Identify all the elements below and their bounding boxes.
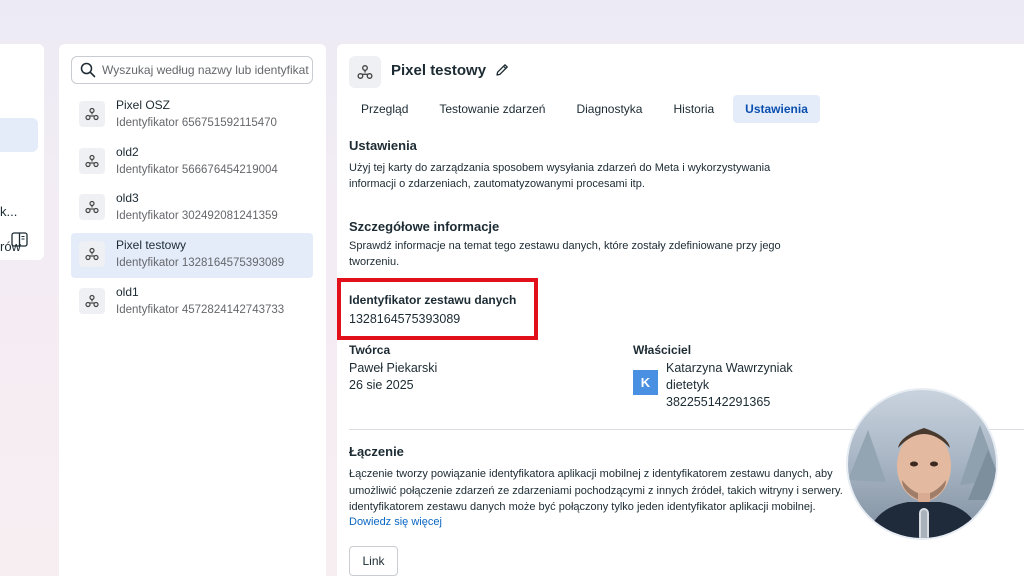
dataset-list-item[interactable]: old1 Identyfikator 4572824142743733 bbox=[71, 280, 313, 325]
owner-label: Właściciel bbox=[633, 343, 692, 357]
creator-date: 26 sie 2025 bbox=[349, 378, 414, 392]
owner-role: dietetyk bbox=[666, 378, 710, 392]
pixel-node-icon bbox=[79, 101, 105, 127]
dataset-name: old2 bbox=[116, 145, 139, 159]
dataset-list-item[interactable]: old3 Identyfikator 302492081241359 bbox=[71, 186, 313, 231]
dataset-id: Identyfikator 302492081241359 bbox=[116, 210, 278, 222]
settings-heading: Ustawienia bbox=[349, 138, 417, 153]
dataset-id: Identyfikator 566676454219004 bbox=[116, 164, 278, 176]
tab-diagnostics[interactable]: Diagnostyka bbox=[564, 95, 654, 123]
tab-test-events[interactable]: Testowanie zdarzeń bbox=[427, 95, 557, 123]
learn-more-link[interactable]: Dowiedz się więcej bbox=[349, 516, 442, 528]
highlight-box bbox=[337, 278, 538, 340]
tab-bar: Przegląd Testowanie zdarzeń Diagnostyka … bbox=[349, 95, 823, 125]
details-description: Sprawdź informacje na temat tego zestawu… bbox=[349, 240, 781, 268]
webcam-video-overlay bbox=[846, 388, 998, 540]
search-box[interactable] bbox=[71, 56, 313, 84]
owner-name: Katarzyna Wawrzyniak bbox=[666, 361, 793, 375]
link-button[interactable]: Link bbox=[349, 546, 398, 576]
dataset-name: old1 bbox=[116, 285, 139, 299]
pixel-node-icon bbox=[79, 288, 105, 314]
nav-item-label[interactable]: k... bbox=[0, 204, 17, 219]
dataset-id: Identyfikator 1328164575393089 bbox=[116, 257, 285, 269]
tab-settings[interactable]: Ustawienia bbox=[733, 95, 820, 123]
dataset-name: Pixel testowy bbox=[116, 238, 187, 252]
tab-history[interactable]: Historia bbox=[661, 95, 726, 123]
linking-heading: Łączenie bbox=[349, 444, 404, 459]
dataset-id: Identyfikator 656751592115470 bbox=[116, 117, 277, 129]
pencil-icon[interactable] bbox=[494, 62, 510, 78]
presenter-image bbox=[848, 425, 996, 538]
dataset-name: old3 bbox=[116, 191, 139, 205]
dataset-list-item[interactable]: Pixel OSZ Identyfikator 656751592115470 bbox=[71, 93, 313, 138]
dataset-id-label: Identyfikator zestawu danych bbox=[349, 293, 517, 307]
creator-name: Paweł Piekarski bbox=[349, 361, 438, 375]
search-icon bbox=[80, 62, 96, 78]
dataset-list-panel: Pixel OSZ Identyfikator 656751592115470 … bbox=[59, 44, 326, 576]
dataset-list-item-selected[interactable]: Pixel testowy Identyfikator 132816457539… bbox=[71, 233, 313, 278]
settings-description: Użyj tej karty do zarządzania sposobem w… bbox=[349, 162, 771, 190]
left-nav: k... rów bbox=[0, 44, 44, 260]
search-input[interactable] bbox=[102, 63, 312, 77]
pixel-node-icon bbox=[79, 194, 105, 220]
dataset-id-value: 1328164575393089 bbox=[349, 312, 461, 326]
nav-item-active[interactable] bbox=[0, 118, 38, 152]
dataset-list-item[interactable]: old2 Identyfikator 566676454219004 bbox=[71, 140, 313, 185]
creator-label: Twórca bbox=[349, 343, 391, 357]
owner-id: 382255142291365 bbox=[666, 395, 771, 409]
sidebar-panel-icon[interactable] bbox=[11, 232, 28, 248]
pixel-node-icon bbox=[79, 148, 105, 174]
pixel-node-icon bbox=[349, 56, 381, 88]
details-heading: Szczegółowe informacje bbox=[349, 219, 500, 234]
dataset-id: Identyfikator 4572824142743733 bbox=[116, 304, 285, 316]
tab-overview[interactable]: Przegląd bbox=[349, 95, 420, 123]
dataset-name: Pixel OSZ bbox=[116, 98, 171, 112]
page-title: Pixel testowy bbox=[391, 62, 487, 79]
pixel-node-icon bbox=[79, 241, 105, 267]
avatar: K bbox=[633, 370, 658, 395]
